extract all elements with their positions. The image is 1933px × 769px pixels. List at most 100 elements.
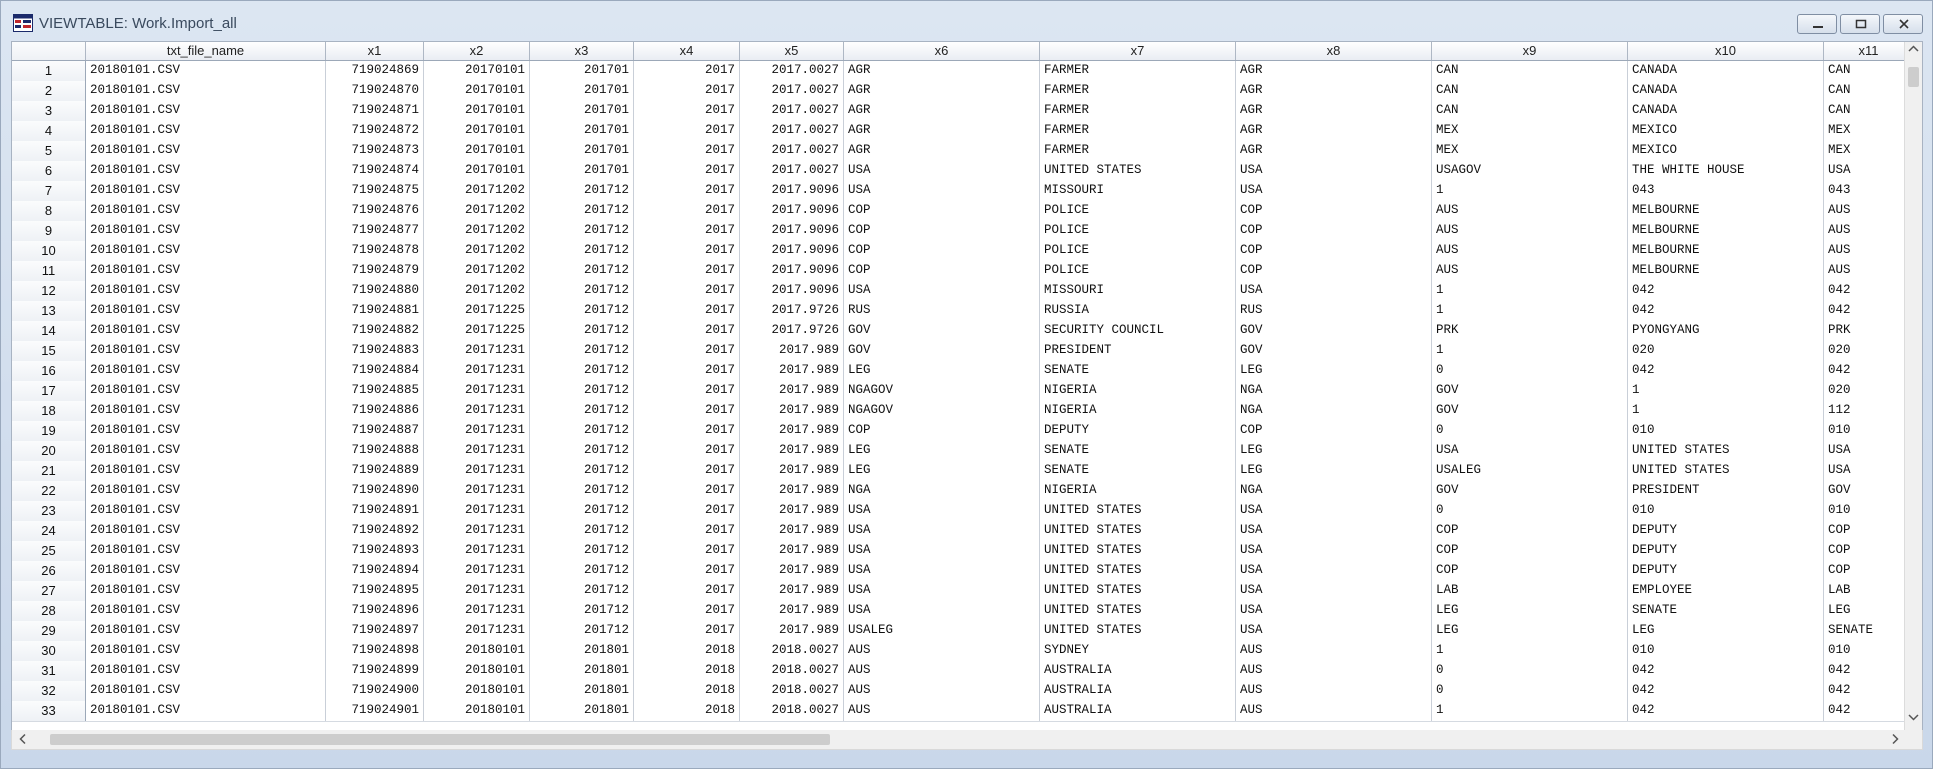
table-cell[interactable]: AGR xyxy=(1236,101,1432,121)
table-cell[interactable]: AGR xyxy=(844,81,1040,101)
table-cell[interactable]: 201712 xyxy=(530,581,634,601)
table-cell[interactable]: 719024893 xyxy=(326,541,424,561)
table-cell[interactable]: 201712 xyxy=(530,241,634,261)
table-cell[interactable]: 20171202 xyxy=(424,201,530,221)
table-cell[interactable]: 1 xyxy=(1628,381,1824,401)
table-cell[interactable]: MELBOURNE xyxy=(1628,261,1824,281)
table-row[interactable]: 28 20180101.CSV 719024896 20171231 201712 201… xyxy=(12,601,1905,622)
table-cell[interactable]: 042 xyxy=(1824,701,1905,721)
table-cell[interactable]: 042 xyxy=(1824,681,1905,701)
table-cell[interactable]: 719024889 xyxy=(326,461,424,481)
table-cell[interactable]: NIGERIA xyxy=(1040,481,1236,501)
table-cell[interactable]: 010 xyxy=(1628,421,1824,441)
table-cell[interactable]: NIGERIA xyxy=(1040,381,1236,401)
table-cell[interactable]: 20180101 xyxy=(424,661,530,681)
table-cell[interactable]: 719024892 xyxy=(326,521,424,541)
row-number[interactable]: 15 xyxy=(12,341,86,361)
row-number[interactable]: 12 xyxy=(12,281,86,301)
scroll-right-icon[interactable] xyxy=(1890,733,1900,745)
table-cell[interactable]: 0 xyxy=(1432,501,1628,521)
table-cell[interactable]: LEG xyxy=(1824,601,1905,621)
table-row[interactable]: 3 20180101.CSV 719024871 20170101 201701 2017… xyxy=(12,101,1905,122)
table-cell[interactable]: LEG xyxy=(1236,461,1432,481)
row-number[interactable]: 6 xyxy=(12,161,86,181)
row-number[interactable]: 28 xyxy=(12,601,86,621)
table-cell[interactable]: 20180101 xyxy=(424,701,530,721)
table-cell[interactable]: 2017 xyxy=(634,341,740,361)
column-header-x4[interactable]: x4 xyxy=(634,42,740,60)
table-cell[interactable]: 20171231 xyxy=(424,581,530,601)
table-cell[interactable]: AGR xyxy=(844,121,1040,141)
table-cell[interactable]: 20180101.CSV xyxy=(86,681,326,701)
table-cell[interactable]: UNITED STATES xyxy=(1040,161,1236,181)
table-cell[interactable]: 1 xyxy=(1628,401,1824,421)
close-button[interactable] xyxy=(1883,14,1923,34)
column-header-x3[interactable]: x3 xyxy=(530,42,634,60)
table-cell[interactable]: THE WHITE HOUSE xyxy=(1628,161,1824,181)
table-row[interactable]: 24 20180101.CSV 719024892 20171231 201712 201… xyxy=(12,521,1905,542)
table-cell[interactable]: NGA xyxy=(844,481,1040,501)
table-cell[interactable]: 20180101.CSV xyxy=(86,481,326,501)
column-header-x6[interactable]: x6 xyxy=(844,42,1040,60)
table-cell[interactable]: 20180101.CSV xyxy=(86,241,326,261)
table-cell[interactable]: 0 xyxy=(1432,661,1628,681)
table-cell[interactable]: CANADA xyxy=(1628,101,1824,121)
table-cell[interactable]: RUS xyxy=(1236,301,1432,321)
row-number[interactable]: 30 xyxy=(12,641,86,661)
table-cell[interactable]: 20180101.CSV xyxy=(86,601,326,621)
table-cell[interactable]: 201712 xyxy=(530,441,634,461)
table-cell[interactable]: GOV xyxy=(844,321,1040,341)
table-cell[interactable]: 2018 xyxy=(634,661,740,681)
table-cell[interactable]: 2017 xyxy=(634,181,740,201)
table-cell[interactable]: AUSTRALIA xyxy=(1040,701,1236,721)
table-row[interactable]: 25 20180101.CSV 719024893 20171231 201712 201… xyxy=(12,541,1905,562)
table-cell[interactable]: SENATE xyxy=(1628,601,1824,621)
table-cell[interactable]: 2017.989 xyxy=(740,401,844,421)
table-cell[interactable]: 010 xyxy=(1628,501,1824,521)
table-cell[interactable]: 719024878 xyxy=(326,241,424,261)
table-row[interactable]: 22 20180101.CSV 719024890 20171231 201712 201… xyxy=(12,481,1905,502)
table-cell[interactable]: 2017 xyxy=(634,481,740,501)
table-cell[interactable]: AUS xyxy=(844,641,1040,661)
table-cell[interactable]: AUS xyxy=(1236,641,1432,661)
table-cell[interactable]: 201712 xyxy=(530,421,634,441)
table-cell[interactable]: GOV xyxy=(844,341,1040,361)
table-cell[interactable]: 20171231 xyxy=(424,401,530,421)
table-cell[interactable]: 201712 xyxy=(530,181,634,201)
table-cell[interactable]: 719024890 xyxy=(326,481,424,501)
table-cell[interactable]: 2017.0027 xyxy=(740,141,844,161)
table-cell[interactable]: 20180101.CSV xyxy=(86,621,326,641)
table-row[interactable]: 11 20180101.CSV 719024879 20171202 201712 201… xyxy=(12,261,1905,282)
table-cell[interactable]: CANADA xyxy=(1628,61,1824,81)
table-cell[interactable]: AGR xyxy=(1236,121,1432,141)
table-cell[interactable]: COP xyxy=(1824,521,1905,541)
table-cell[interactable]: 201712 xyxy=(530,621,634,641)
table-cell[interactable]: UNITED STATES xyxy=(1628,441,1824,461)
table-cell[interactable]: 2017 xyxy=(634,521,740,541)
row-number[interactable]: 16 xyxy=(12,361,86,381)
table-cell[interactable]: 2017 xyxy=(634,261,740,281)
table-cell[interactable]: AUS xyxy=(1432,221,1628,241)
table-cell[interactable]: 201712 xyxy=(530,261,634,281)
table-cell[interactable]: 042 xyxy=(1628,301,1824,321)
table-cell[interactable]: 043 xyxy=(1824,181,1905,201)
scroll-left-icon[interactable] xyxy=(18,733,28,745)
table-cell[interactable]: 1 xyxy=(1432,181,1628,201)
table-cell[interactable]: 20171231 xyxy=(424,381,530,401)
table-cell[interactable]: USA xyxy=(1236,541,1432,561)
table-cell[interactable]: 2017 xyxy=(634,81,740,101)
table-cell[interactable]: 010 xyxy=(1628,641,1824,661)
row-number[interactable]: 21 xyxy=(12,461,86,481)
table-cell[interactable]: 201701 xyxy=(530,81,634,101)
table-cell[interactable]: 20180101.CSV xyxy=(86,441,326,461)
table-cell[interactable]: AUSTRALIA xyxy=(1040,681,1236,701)
table-cell[interactable]: 719024891 xyxy=(326,501,424,521)
table-cell[interactable]: 719024877 xyxy=(326,221,424,241)
table-cell[interactable]: GOV xyxy=(1236,321,1432,341)
table-row[interactable]: 10 20180101.CSV 719024878 20171202 201712 201… xyxy=(12,241,1905,262)
minimize-button[interactable] xyxy=(1797,14,1837,34)
table-cell[interactable]: AGR xyxy=(844,101,1040,121)
table-cell[interactable]: MEXICO xyxy=(1628,121,1824,141)
column-header-x7[interactable]: x7 xyxy=(1040,42,1236,60)
table-cell[interactable]: 2018 xyxy=(634,641,740,661)
